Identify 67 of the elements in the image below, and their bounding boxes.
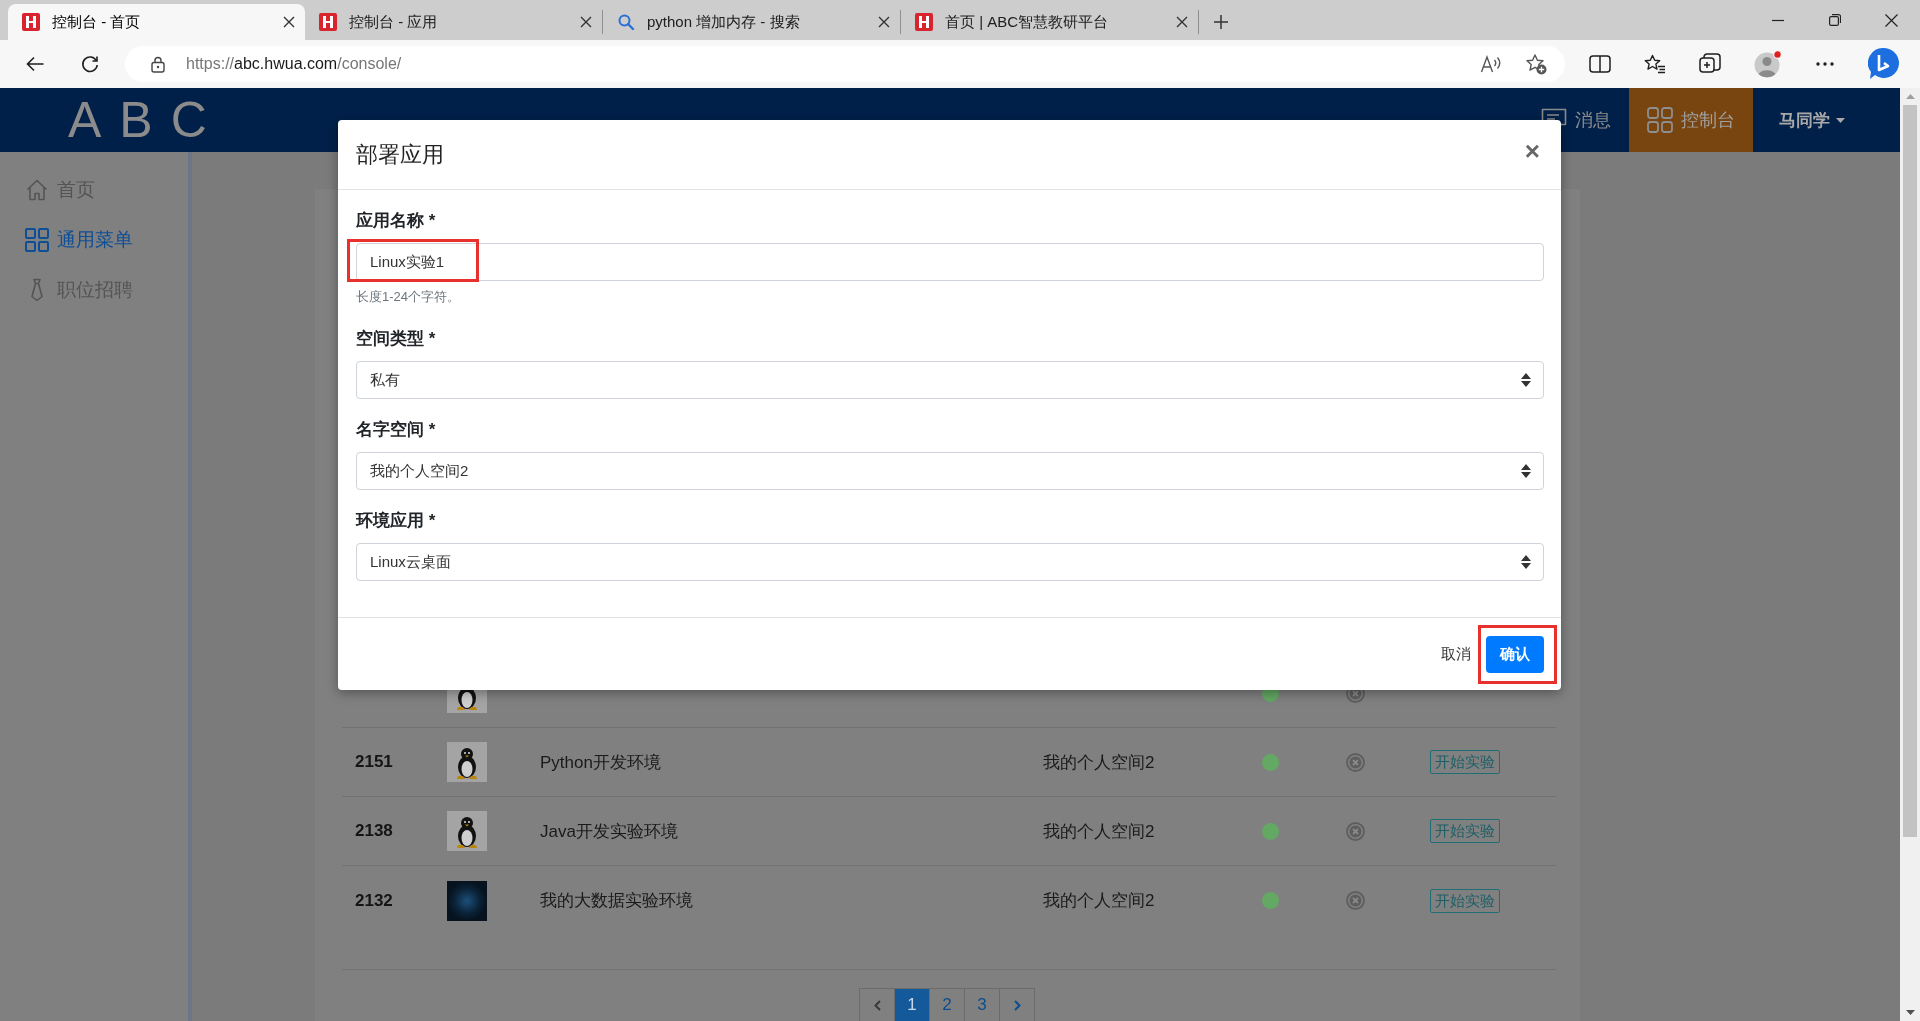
scrollbar[interactable] xyxy=(1900,88,1920,1021)
modal-title: 部署应用 xyxy=(356,140,444,169)
app-name: Java开发实验环境 xyxy=(540,820,679,843)
grid-icon xyxy=(1647,107,1673,133)
favorites-icon[interactable] xyxy=(1644,54,1666,74)
plus-icon[interactable] xyxy=(1213,14,1229,30)
select-field[interactable]: 我的个人空间2 xyxy=(356,452,1544,490)
logo-icon xyxy=(915,13,933,31)
app-name: 我的大数据实验环境 xyxy=(540,890,694,912)
select-field[interactable]: 私有 xyxy=(356,361,1544,399)
penguin-drawing xyxy=(447,690,487,713)
app-name: Python开发环境 xyxy=(540,751,662,774)
back-icon[interactable] xyxy=(25,54,45,74)
app-id: 2138 xyxy=(355,821,394,841)
close-icon[interactable] xyxy=(878,16,890,28)
close-icon[interactable] xyxy=(580,16,592,28)
cancel-button[interactable]: 取消 xyxy=(1441,644,1471,664)
reload-icon[interactable] xyxy=(80,54,100,74)
app-id: 2151 xyxy=(355,752,394,772)
restore-icon[interactable] xyxy=(1828,14,1841,26)
close-button[interactable]: × xyxy=(1520,137,1544,164)
nav-link[interactable]: 控制台 xyxy=(1629,88,1753,152)
field-label: 应用名称 * xyxy=(356,210,437,232)
text-input[interactable]: Linux实验1 xyxy=(356,243,1544,281)
logo-icon xyxy=(22,13,40,31)
address-field[interactable]: https://abc.hwua.com/console/ xyxy=(125,46,1565,82)
up-down-caret-icon xyxy=(1521,464,1531,478)
field-label: 名字空间 * xyxy=(356,419,437,441)
namespace-text: 我的个人空间2 xyxy=(1043,751,1156,774)
close-icon[interactable] xyxy=(283,16,295,28)
penguin-drawing xyxy=(447,811,487,851)
chevron-right-icon xyxy=(1013,999,1021,1011)
chat-bubble-icon[interactable] xyxy=(1868,47,1900,81)
search-icon xyxy=(617,13,635,31)
app-id: 2132 xyxy=(355,890,394,911)
field-label: 环境应用 * xyxy=(356,510,437,532)
close-icon[interactable] xyxy=(1885,13,1898,27)
caret-down-icon[interactable] xyxy=(1905,1010,1915,1015)
field-label: 空间类型 * xyxy=(356,328,437,350)
namespace-text: 我的个人空间2 xyxy=(1043,890,1156,912)
collections-icon[interactable] xyxy=(1699,53,1721,75)
page-button[interactable]: 1 xyxy=(894,988,930,1021)
logo-icon xyxy=(319,13,337,31)
confirm-button[interactable]: 确认 xyxy=(1486,635,1544,673)
caret-down-icon xyxy=(1836,117,1845,123)
close-icon[interactable] xyxy=(1176,16,1188,28)
lock-icon[interactable] xyxy=(149,55,167,73)
scrollbar-thumb[interactable] xyxy=(1903,105,1917,837)
select-field[interactable]: Linux云桌面 xyxy=(356,543,1544,581)
up-down-caret-icon xyxy=(1521,555,1531,569)
avatar-icon[interactable] xyxy=(1754,50,1782,78)
browser-tab[interactable]: 控制台 - 应用 xyxy=(305,4,602,40)
chevron-left-icon xyxy=(873,999,881,1011)
user-menu[interactable]: 马同学 xyxy=(1753,88,1900,152)
site-logo[interactable]: ABC xyxy=(68,95,225,145)
image-placeholder xyxy=(447,880,487,921)
hint-text: 长度1-24个字符。 xyxy=(356,289,462,304)
browser-tab[interactable]: 首页 | ABC智慧教研平台 xyxy=(901,4,1198,40)
penguin-drawing xyxy=(447,742,487,782)
up-down-caret-icon xyxy=(1521,373,1531,387)
namespace-text: 我的个人空间2 xyxy=(1043,820,1156,843)
more-icon[interactable] xyxy=(1815,61,1835,67)
browser-tab[interactable]: 控制台 - 首页 xyxy=(8,4,305,40)
add-favorite-icon[interactable] xyxy=(1525,53,1547,75)
split-screen-icon[interactable] xyxy=(1589,54,1611,74)
read-aloud-icon[interactable] xyxy=(1480,54,1502,74)
browser-tab[interactable]: python 增加内存 - 搜索 xyxy=(603,4,900,40)
